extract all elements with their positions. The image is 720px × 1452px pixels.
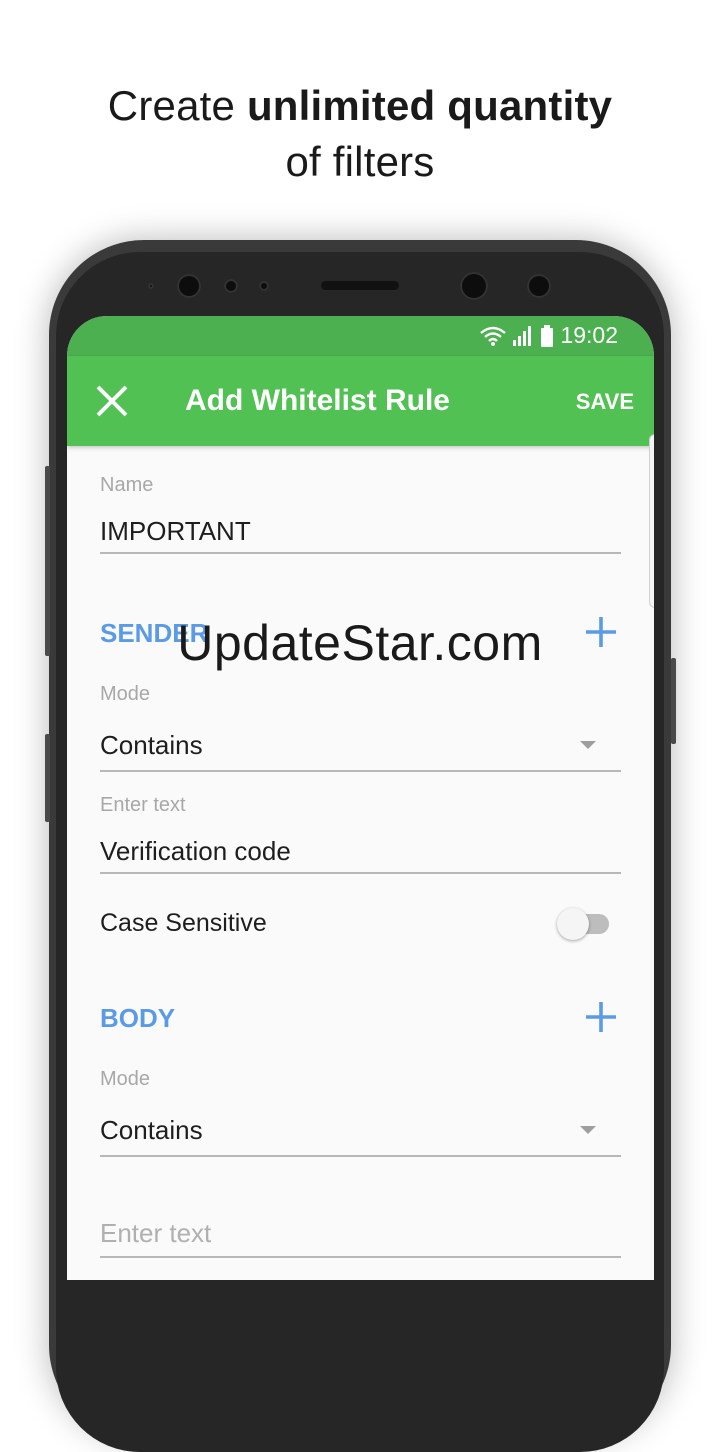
iris-led-icon (527, 274, 551, 298)
body-text-input[interactable]: Enter text (100, 1218, 211, 1249)
earpiece-speaker (321, 281, 399, 290)
app-bar: Add Whitelist Rule SAVE (67, 356, 654, 446)
headline-line-1: Create unlimited quantity (0, 78, 720, 134)
headline-prefix: Create (107, 82, 247, 129)
plus-icon (586, 1002, 616, 1032)
name-label: Name (100, 474, 154, 496)
phone-bixby-button (45, 734, 50, 822)
body-section-title: BODY (100, 1003, 176, 1033)
sender-text-underline (100, 872, 621, 874)
battery-icon (541, 324, 554, 347)
headline-bold: unlimited quantity (246, 82, 613, 129)
add-body-button[interactable] (585, 1001, 617, 1033)
name-field[interactable]: IMPORTANT (100, 516, 251, 547)
status-bar: 19:02 (67, 316, 654, 356)
scrollbar[interactable] (649, 434, 654, 608)
wifi-icon (480, 326, 507, 346)
page-title: Add Whitelist Rule (185, 384, 450, 417)
case-sensitive-label: Case Sensitive (100, 909, 267, 937)
close-button[interactable] (93, 382, 131, 420)
chevron-down-icon[interactable] (580, 741, 596, 749)
phone-screen: 19:02 Add Whitelist Rule SAVE Name IMPOR… (67, 316, 654, 1280)
watermark: UpdateStar.com (177, 615, 543, 671)
headline: Create unlimited quantity of filters (0, 78, 720, 190)
body-mode-underline (100, 1155, 621, 1157)
sender-text-input[interactable]: Verification code (100, 836, 291, 867)
proximity-sensor-icon (224, 279, 238, 293)
headline-line-2: of filters (285, 138, 435, 185)
name-field-underline (100, 552, 621, 554)
sender-mode-underline (100, 770, 621, 772)
status-time: 19:02 (560, 322, 618, 348)
chevron-down-icon[interactable] (580, 1126, 596, 1134)
signal-icon (513, 325, 532, 346)
led-indicator-icon (148, 283, 154, 289)
sender-mode-select[interactable]: Contains (100, 730, 203, 761)
sender-mode-label: Mode (100, 683, 151, 705)
iris-scanner-icon (460, 272, 488, 300)
body-mode-select[interactable]: Contains (100, 1115, 203, 1146)
case-sensitive-toggle[interactable] (557, 906, 611, 942)
body-text-underline (100, 1256, 621, 1258)
light-sensor-icon (259, 281, 269, 291)
status-icons: 19:02 (480, 322, 618, 349)
front-camera-icon (177, 274, 201, 298)
sender-text-label: Enter text (100, 794, 186, 816)
body-mode-label: Mode (100, 1068, 151, 1090)
toggle-knob (557, 908, 589, 940)
close-icon (96, 385, 128, 417)
save-button[interactable]: SAVE (576, 389, 634, 415)
